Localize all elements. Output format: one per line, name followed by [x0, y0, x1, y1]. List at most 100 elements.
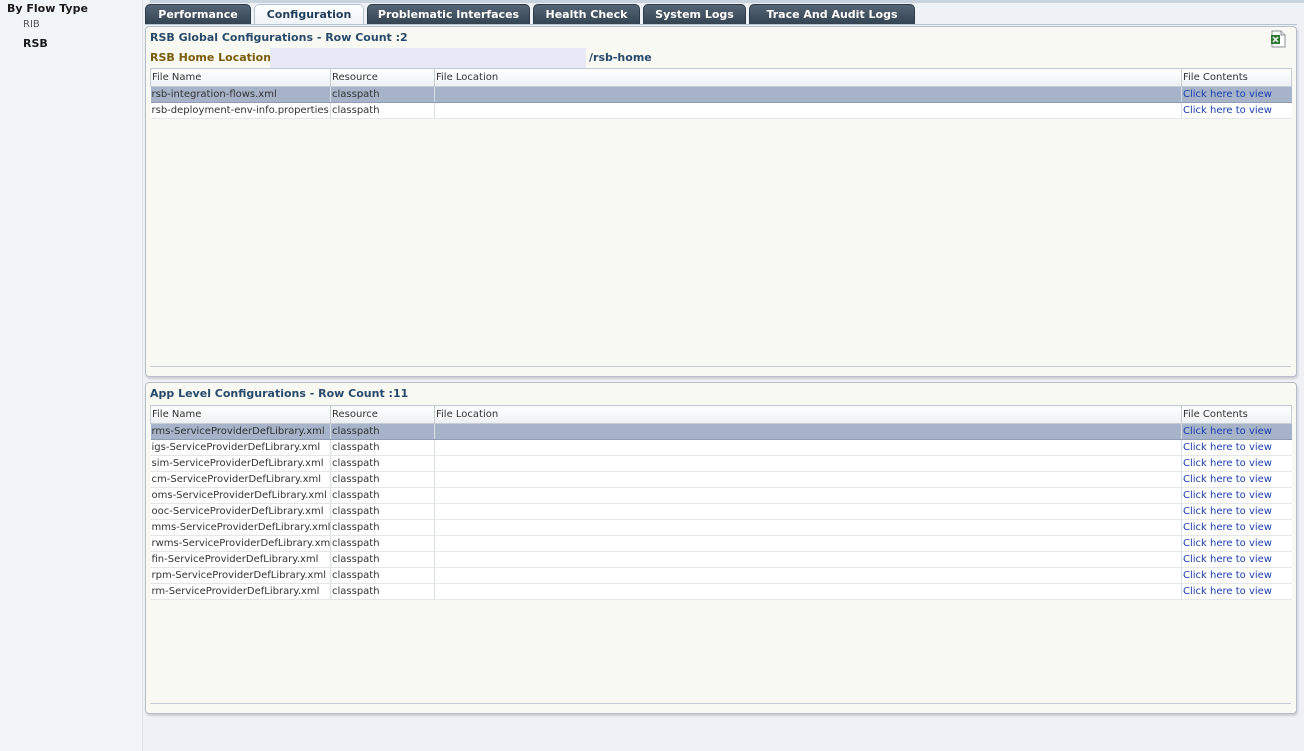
table-header-row: File Name Resource File Location File Co… — [150, 68, 1292, 87]
global-config-panel: RSB Global Configurations - Row Count :2… — [145, 26, 1297, 377]
app-config-panel: App Level Configurations - Row Count :11… — [145, 382, 1297, 714]
view-file-link[interactable]: Click here to view — [1183, 554, 1272, 565]
view-file-link[interactable]: Click here to view — [1183, 89, 1272, 100]
table-row[interactable]: oms-ServiceProviderDefLibrary.xml classp… — [150, 487, 1292, 504]
view-file-link[interactable]: Click here to view — [1183, 458, 1272, 469]
column-header-resource[interactable]: Resource — [330, 405, 435, 424]
table-row[interactable]: cm-ServiceProviderDefLibrary.xml classpa… — [150, 471, 1292, 488]
table-row[interactable]: rsb-deployment-env-info.properties class… — [150, 102, 1292, 119]
resource-cell: classpath — [330, 102, 435, 119]
resource-cell: classpath — [330, 551, 435, 568]
file-contents-cell: Click here to view — [1181, 519, 1292, 536]
view-file-link[interactable]: Click here to view — [1183, 570, 1272, 581]
tab-configuration[interactable]: Configuration — [254, 4, 364, 25]
resource-cell: classpath — [330, 535, 435, 552]
table-row[interactable]: ooc-ServiceProviderDefLibrary.xml classp… — [150, 503, 1292, 520]
view-file-link[interactable]: Click here to view — [1183, 538, 1272, 549]
file-contents-cell: Click here to view — [1181, 102, 1292, 119]
file-name-cell: sim-ServiceProviderDefLibrary.xml — [150, 455, 331, 472]
file-name-cell: rpm-ServiceProviderDefLibrary.xml — [150, 567, 331, 584]
file-location-cell — [434, 567, 1182, 584]
file-name-cell: ooc-ServiceProviderDefLibrary.xml — [150, 503, 331, 520]
file-contents-cell: Click here to view — [1181, 439, 1292, 456]
top-strip — [150, 0, 1304, 3]
file-name-cell: cm-ServiceProviderDefLibrary.xml — [150, 471, 331, 488]
file-name-cell: rm-ServiceProviderDefLibrary.xml — [150, 583, 331, 600]
tab-performance[interactable]: Performance — [145, 4, 251, 24]
panel-footer-rule — [150, 703, 1291, 704]
file-contents-cell: Click here to view — [1181, 487, 1292, 504]
table-row[interactable]: mms-ServiceProviderDefLibrary.xml classp… — [150, 519, 1292, 536]
file-location-cell — [434, 583, 1182, 600]
file-contents-cell: Click here to view — [1181, 503, 1292, 520]
column-header-file-location[interactable]: File Location — [434, 405, 1182, 424]
resource-cell: classpath — [330, 471, 435, 488]
table-row[interactable]: rms-ServiceProviderDefLibrary.xml classp… — [150, 423, 1292, 440]
rsb-home-location-field[interactable] — [270, 48, 586, 69]
resource-cell: classpath — [330, 455, 435, 472]
file-name-cell: rsb-deployment-env-info.properties — [150, 102, 331, 119]
tab-divider — [145, 24, 1297, 25]
file-location-cell — [434, 439, 1182, 456]
view-file-link[interactable]: Click here to view — [1183, 105, 1272, 116]
view-file-link[interactable]: Click here to view — [1183, 426, 1272, 437]
resource-cell: classpath — [330, 567, 435, 584]
table-row[interactable]: rpm-ServiceProviderDefLibrary.xml classp… — [150, 567, 1292, 584]
file-location-cell — [434, 487, 1182, 504]
resource-cell: classpath — [330, 519, 435, 536]
table-row[interactable]: sim-ServiceProviderDefLibrary.xml classp… — [150, 455, 1292, 472]
file-name-cell: igs-ServiceProviderDefLibrary.xml — [150, 439, 331, 456]
file-contents-cell: Click here to view — [1181, 86, 1292, 103]
file-name-cell: fin-ServiceProviderDefLibrary.xml — [150, 551, 331, 568]
resource-cell: classpath — [330, 583, 435, 600]
view-file-link[interactable]: Click here to view — [1183, 490, 1272, 501]
table-row[interactable]: rsb-integration-flows.xml classpath Clic… — [150, 86, 1292, 103]
column-header-file-contents[interactable]: File Contents — [1181, 68, 1292, 87]
column-header-file-location[interactable]: File Location — [434, 68, 1182, 87]
file-name-cell: mms-ServiceProviderDefLibrary.xml — [150, 519, 331, 536]
view-file-link[interactable]: Click here to view — [1183, 522, 1272, 533]
file-location-cell — [434, 551, 1182, 568]
file-location-cell — [434, 423, 1182, 440]
column-header-file-name[interactable]: File Name — [150, 68, 331, 87]
file-location-cell — [434, 503, 1182, 520]
tab-trace-and-audit-logs[interactable]: Trace And Audit Logs — [749, 4, 915, 24]
table-row[interactable]: fin-ServiceProviderDefLibrary.xml classp… — [150, 551, 1292, 568]
app-config-title: App Level Configurations - Row Count :11 — [150, 387, 409, 400]
tab-problematic-interfaces[interactable]: Problematic Interfaces — [367, 4, 530, 24]
view-file-link[interactable]: Click here to view — [1183, 586, 1272, 597]
sidebar: By Flow Type RIB RSB — [0, 0, 143, 751]
column-header-file-name[interactable]: File Name — [150, 405, 331, 424]
sidebar-item-rsb[interactable]: RSB — [23, 37, 48, 50]
file-name-cell: rms-ServiceProviderDefLibrary.xml — [150, 423, 331, 440]
table-row[interactable]: rm-ServiceProviderDefLibrary.xml classpa… — [150, 583, 1292, 600]
table-row[interactable]: rwms-ServiceProviderDefLibrary.xml class… — [150, 535, 1292, 552]
file-contents-cell: Click here to view — [1181, 535, 1292, 552]
tab-system-logs[interactable]: System Logs — [643, 4, 746, 24]
resource-cell: classpath — [330, 439, 435, 456]
file-contents-cell: Click here to view — [1181, 583, 1292, 600]
rsb-home-suffix: /rsb-home — [589, 51, 652, 64]
column-header-file-contents[interactable]: File Contents — [1181, 405, 1292, 424]
excel-export-icon[interactable] — [1270, 30, 1286, 48]
column-header-resource[interactable]: Resource — [330, 68, 435, 87]
sidebar-title: By Flow Type — [7, 2, 88, 15]
sidebar-item-rib[interactable]: RIB — [23, 19, 40, 30]
file-location-cell — [434, 102, 1182, 119]
file-contents-cell: Click here to view — [1181, 455, 1292, 472]
tab-health-check[interactable]: Health Check — [533, 4, 640, 24]
file-contents-cell: Click here to view — [1181, 471, 1292, 488]
panel-footer-rule — [150, 366, 1291, 367]
file-location-cell — [434, 455, 1182, 472]
file-name-cell: rsb-integration-flows.xml — [150, 86, 331, 103]
file-location-cell — [434, 86, 1182, 103]
view-file-link[interactable]: Click here to view — [1183, 474, 1272, 485]
file-name-cell: rwms-ServiceProviderDefLibrary.xml — [150, 535, 331, 552]
resource-cell: classpath — [330, 86, 435, 103]
file-contents-cell: Click here to view — [1181, 567, 1292, 584]
view-file-link[interactable]: Click here to view — [1183, 442, 1272, 453]
view-file-link[interactable]: Click here to view — [1183, 506, 1272, 517]
file-name-cell: oms-ServiceProviderDefLibrary.xml — [150, 487, 331, 504]
file-location-cell — [434, 471, 1182, 488]
table-row[interactable]: igs-ServiceProviderDefLibrary.xml classp… — [150, 439, 1292, 456]
